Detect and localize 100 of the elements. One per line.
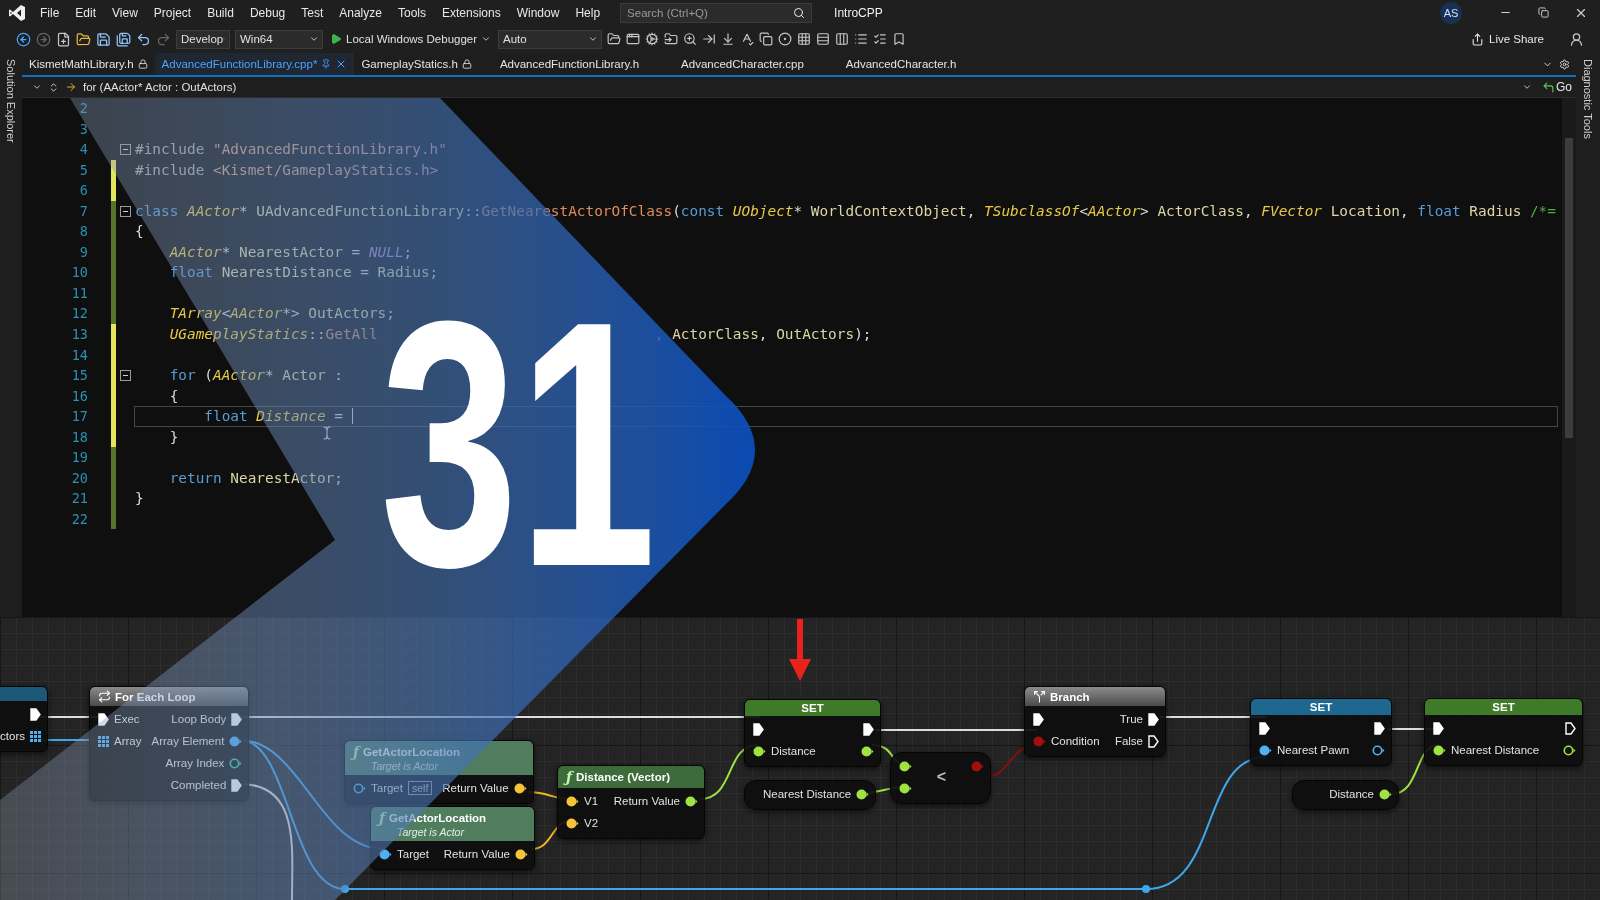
- document-tab[interactable]: KismetMathLibrary.h: [22, 53, 155, 75]
- live-share-button[interactable]: Live Share: [1465, 31, 1550, 47]
- checklist-icon[interactable]: [873, 32, 888, 46]
- pin-icon[interactable]: [513, 782, 527, 794]
- document-tab[interactable]: GameplayStatics.h: [354, 53, 479, 75]
- caret-icon[interactable]: [32, 82, 42, 92]
- side-panel-tab[interactable]: Solution Explorer: [5, 59, 17, 143]
- pin-icon[interactable]: [1563, 744, 1576, 756]
- side-panel-tab[interactable]: Diagnostic Tools: [1582, 59, 1594, 139]
- menu-item[interactable]: Help: [567, 5, 609, 20]
- folder-arrow-icon[interactable]: [664, 32, 679, 46]
- forward-icon[interactable]: [36, 31, 51, 47]
- target-dropdown[interactable]: Auto: [498, 29, 603, 49]
- settings-icon[interactable]: [1559, 58, 1570, 70]
- exec-pin-icon[interactable]: [1374, 721, 1385, 735]
- platform-dropdown[interactable]: Win64: [235, 29, 323, 49]
- arrow-to-line-icon[interactable]: [702, 32, 717, 46]
- user-avatar[interactable]: AS: [1440, 1, 1462, 24]
- pin-icon[interactable]: [566, 817, 579, 829]
- menu-item[interactable]: Tools: [389, 5, 434, 20]
- save-icon[interactable]: [96, 31, 111, 47]
- pin-icon[interactable]: [899, 782, 912, 794]
- window-icon[interactable]: [626, 32, 641, 46]
- menu-item[interactable]: Test: [293, 5, 332, 20]
- pin-icon[interactable]: [1379, 788, 1392, 800]
- pin-icon[interactable]: [753, 745, 766, 757]
- pin-icon[interactable]: [861, 745, 874, 757]
- list-icon[interactable]: [854, 32, 869, 46]
- reroute-dot[interactable]: [1142, 885, 1150, 893]
- columns-icon[interactable]: [835, 32, 850, 46]
- rows-icon[interactable]: [816, 32, 831, 46]
- exec-pin-icon[interactable]: [1148, 712, 1159, 726]
- menu-item[interactable]: Build: [199, 5, 242, 20]
- gear-icon[interactable]: [645, 32, 660, 46]
- folder-icon[interactable]: [76, 31, 91, 47]
- up-down-icon[interactable]: [48, 81, 59, 93]
- pin-icon[interactable]: [1259, 744, 1272, 756]
- back-icon[interactable]: [16, 31, 31, 47]
- graph-node[interactable]: Nearest Distance: [744, 780, 877, 810]
- exec-pin-icon[interactable]: [1259, 721, 1270, 735]
- document-tab[interactable]: AdvancedFunctionLibrary.h: [478, 53, 661, 75]
- exec-pin-icon[interactable]: [863, 722, 874, 736]
- new-file-icon[interactable]: [56, 31, 71, 47]
- spell-check-icon[interactable]: [740, 32, 755, 46]
- graph-node[interactable]: <: [890, 752, 991, 804]
- menu-item[interactable]: Analyze: [331, 5, 390, 20]
- pin-icon[interactable]: [899, 760, 912, 772]
- graph-node[interactable]: SET Distance: [744, 699, 881, 767]
- download-icon[interactable]: [721, 32, 736, 46]
- save-all-icon[interactable]: [116, 31, 131, 47]
- graph-node[interactable]: ctors: [0, 686, 48, 752]
- exec-pin-icon[interactable]: [1033, 712, 1044, 726]
- menu-item[interactable]: Edit: [67, 5, 105, 20]
- exec-pin-icon[interactable]: [30, 707, 41, 721]
- document-tab[interactable]: AdvancedCharacter.h: [824, 53, 978, 75]
- graph-node[interactable]: ƒ Distance (Vector) V1 V2 Return Value: [557, 765, 705, 839]
- node-title: GetActorLocation: [363, 746, 461, 758]
- menu-item[interactable]: File: [32, 5, 68, 20]
- pin-icon[interactable]: [1433, 744, 1446, 756]
- menu-item[interactable]: Project: [145, 5, 200, 20]
- document-tab[interactable]: AdvancedFunctionLibrary.cpp*: [154, 53, 355, 75]
- line-number: 21: [71, 489, 88, 509]
- zoom-icon[interactable]: [683, 32, 698, 46]
- menu-item[interactable]: Debug: [241, 5, 294, 20]
- graph-node[interactable]: Branch Condition True False: [1024, 686, 1166, 757]
- exec-pin-icon[interactable]: [753, 722, 764, 736]
- graph-node[interactable]: SET Nearest Pawn: [1250, 698, 1392, 766]
- start-debugging-button[interactable]: Local Windows Debugger: [328, 29, 494, 49]
- grid-icon[interactable]: [797, 32, 812, 46]
- folder-icon[interactable]: [607, 32, 622, 46]
- pin-icon[interactable]: [856, 788, 870, 800]
- circle-dot-icon[interactable]: [778, 32, 793, 46]
- graph-node[interactable]: SET Nearest Distance: [1424, 698, 1583, 766]
- copy-icon[interactable]: [759, 32, 774, 46]
- undo-icon[interactable]: [136, 31, 151, 47]
- caret-icon[interactable]: [1522, 82, 1532, 92]
- scrollbar[interactable]: [1562, 98, 1576, 617]
- collapse-icon[interactable]: [119, 205, 131, 217]
- document-tab[interactable]: AdvancedCharacter.cpp: [660, 53, 825, 75]
- person-icon[interactable]: [1569, 31, 1584, 47]
- pin-icon[interactable]: [1372, 744, 1385, 756]
- menu-item[interactable]: Window: [508, 5, 568, 20]
- collapse-icon[interactable]: [119, 369, 131, 381]
- exec-pin-icon[interactable]: [1433, 721, 1444, 735]
- pin-icon[interactable]: [685, 795, 698, 807]
- menu-item[interactable]: Extensions: [434, 5, 509, 20]
- menu-item[interactable]: View: [104, 5, 146, 20]
- exec-pin-icon[interactable]: [1565, 721, 1576, 735]
- exec-pin-icon[interactable]: [1148, 734, 1159, 748]
- redo-icon[interactable]: [156, 31, 171, 47]
- array-pin-icon[interactable]: [30, 730, 41, 742]
- scope-label[interactable]: for (AActor* Actor : OutActors): [83, 81, 237, 93]
- configuration-dropdown[interactable]: Develop: [176, 29, 230, 49]
- caret-icon: [309, 34, 319, 44]
- pin-icon[interactable]: [566, 795, 579, 807]
- bookmark-icon[interactable]: [892, 32, 907, 46]
- pin-icon[interactable]: [515, 848, 528, 860]
- graph-node[interactable]: Distance: [1292, 780, 1399, 810]
- go-button[interactable]: Go: [1538, 80, 1576, 94]
- search-field[interactable]: Search (Ctrl+Q): [620, 2, 813, 23]
